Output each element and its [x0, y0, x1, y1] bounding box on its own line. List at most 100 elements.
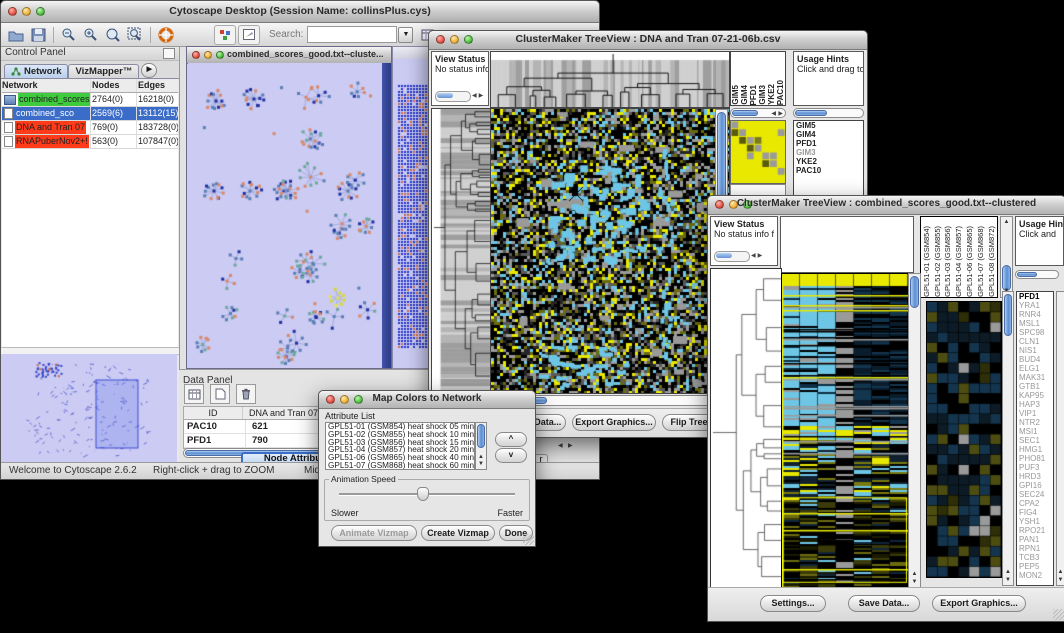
gene-label[interactable]: PHO81: [1017, 454, 1053, 463]
search-dropdown-button[interactable]: ▼: [398, 27, 413, 43]
gene-label[interactable]: YSH1: [1017, 517, 1053, 526]
tv1-heatmap[interactable]: [490, 108, 730, 394]
scroll-left-arrow[interactable]: ◀: [750, 252, 757, 261]
gene-label[interactable]: SEC24: [1017, 490, 1053, 499]
zoom-selected-icon[interactable]: [103, 26, 123, 44]
gene-label[interactable]: MSI1: [1017, 427, 1053, 436]
move-down-button[interactable]: v: [495, 448, 527, 463]
export-graphics-button[interactable]: Export Graphics...: [572, 414, 656, 431]
gene-label[interactable]: RPO21: [1017, 526, 1053, 535]
tv2-column-tree-area[interactable]: [780, 216, 914, 273]
gene-label[interactable]: PFD1: [1017, 292, 1053, 301]
resize-grip[interactable]: [523, 534, 534, 545]
tab-network[interactable]: Network: [4, 64, 68, 78]
gene-label[interactable]: YKE2: [794, 157, 863, 166]
scroll-left-arrow[interactable]: ◀: [770, 110, 777, 119]
gene-label[interactable]: NTR2: [1017, 418, 1053, 427]
tab-vizmapper[interactable]: VizMapper™: [68, 64, 139, 78]
tv1-matrix-hscrollbar[interactable]: ◀ ▶: [730, 108, 786, 118]
tv2-detail-heatmap[interactable]: [926, 301, 1002, 578]
scroll-down-arrow[interactable]: ▼: [476, 461, 486, 468]
birdseye-view[interactable]: [1, 354, 177, 462]
gene-label[interactable]: CPA2: [1017, 499, 1053, 508]
tv1-genelist-hscrollbar[interactable]: [793, 108, 864, 118]
attribute-item[interactable]: GPL51-07 (GSM868) heat shock 60 min: [326, 462, 474, 470]
delete-attribute-icon[interactable]: [236, 384, 256, 404]
tv1-detail-matrix[interactable]: [730, 120, 786, 184]
scroll-down-arrow[interactable]: ▼: [909, 579, 920, 586]
gene-label[interactable]: FIG4: [1017, 508, 1053, 517]
column-label[interactable]: GIM3: [759, 85, 767, 105]
scroll-right-arrow[interactable]: ▶: [567, 442, 574, 451]
tv2-heatmap-vscrollbar[interactable]: ▲ ▼: [908, 273, 921, 588]
help-lifesaver-icon[interactable]: [156, 26, 176, 44]
tv2-far-scrollbar[interactable]: ▲ ▼: [1056, 291, 1064, 586]
column-label[interactable]: GPL51-08 (GSM872): [988, 226, 996, 297]
vizmapper-icon[interactable]: [214, 25, 236, 45]
export-graphics-button[interactable]: Export Graphics...: [932, 595, 1026, 612]
gene-label[interactable]: RNR4: [1017, 310, 1053, 319]
gene-label[interactable]: NIS1: [1017, 346, 1053, 355]
network-row[interactable]: DNA and Tran 07769(0)183728(0): [2, 121, 178, 135]
frame-close-button[interactable]: [192, 51, 200, 59]
scroll-up-arrow[interactable]: ▲: [909, 571, 920, 578]
scroll-up-arrow[interactable]: ▲: [1057, 569, 1064, 576]
gene-label[interactable]: HRD3: [1017, 472, 1053, 481]
move-up-button[interactable]: ^: [495, 432, 527, 447]
column-label[interactable]: GIM4: [741, 85, 749, 105]
gene-label[interactable]: VIP1: [1017, 409, 1053, 418]
save-data-button[interactable]: Save Data...: [848, 595, 920, 612]
network-row[interactable]: combined_sco2569(6)13112(15): [2, 107, 178, 121]
column-label[interactable]: GPL51-07 (GSM868): [977, 226, 985, 297]
animate-vizmap-button[interactable]: Animate Vizmap: [331, 525, 417, 541]
zoom-out-icon[interactable]: [59, 26, 79, 44]
dialog-titlebar[interactable]: Map Colors to Network: [319, 391, 535, 409]
tv1-titlebar[interactable]: ClusterMaker TreeView : DNA and Tran 07-…: [429, 31, 867, 50]
tv2-genelist-scrollbar[interactable]: ▲ ▼: [1002, 291, 1014, 586]
scroll-right-arrow[interactable]: ▶: [757, 252, 764, 261]
column-label[interactable]: GPL51-02 (GSM855): [934, 226, 942, 297]
gene-label[interactable]: SEC1: [1017, 436, 1053, 445]
scroll-left-arrow[interactable]: ◀: [557, 442, 564, 451]
gene-label[interactable]: TCB3: [1017, 553, 1053, 562]
column-label[interactable]: GIM5: [732, 85, 740, 105]
column-label[interactable]: PAC10: [777, 80, 785, 105]
gene-label[interactable]: PFD1: [794, 139, 863, 148]
scroll-up-arrow[interactable]: ▲: [476, 454, 486, 461]
gene-label[interactable]: PUF3: [1017, 463, 1053, 472]
gene-label[interactable]: PEP5: [1017, 562, 1053, 571]
scroll-down-arrow[interactable]: ▼: [1057, 577, 1064, 584]
tv1-row-dendrogram[interactable]: [431, 108, 491, 394]
scroll-right-arrow[interactable]: ▶: [777, 110, 784, 119]
tv2-row-dendrogram[interactable]: [710, 268, 782, 588]
zoom-in-icon[interactable]: [81, 26, 101, 44]
column-label[interactable]: GPL51-03 (GSM856): [944, 226, 952, 297]
view-status-scrollbar[interactable]: [435, 91, 471, 102]
gene-label[interactable]: HAP3: [1017, 400, 1053, 409]
gene-label[interactable]: HMG1: [1017, 445, 1053, 454]
zoom-fit-icon[interactable]: [125, 26, 145, 44]
settings-button[interactable]: Settings...: [760, 595, 826, 612]
gene-label[interactable]: GIM5: [794, 121, 863, 130]
gene-label[interactable]: GIM3: [794, 148, 863, 157]
scroll-down-arrow[interactable]: ▼: [1003, 577, 1013, 584]
gene-label[interactable]: ELG1: [1017, 364, 1053, 373]
scroll-up-arrow[interactable]: ▲: [1003, 569, 1013, 576]
column-label[interactable]: YKE2: [768, 84, 776, 105]
column-label[interactable]: GPL51-01 (GSM854): [923, 226, 931, 297]
float-panel-icon[interactable]: [163, 48, 175, 59]
tv2-column-labels-scrollbar[interactable]: ▲ ▼: [1000, 216, 1013, 298]
network-canvas[interactable]: [188, 63, 382, 368]
gene-label[interactable]: GPI16: [1017, 481, 1053, 490]
scroll-left-arrow[interactable]: ◀: [471, 92, 478, 101]
column-label[interactable]: GPL51-06 (GSM865): [966, 226, 974, 297]
gene-label[interactable]: MSL1: [1017, 319, 1053, 328]
annotation-icon[interactable]: [238, 25, 260, 45]
gene-label[interactable]: RPN1: [1017, 544, 1053, 553]
gene-label[interactable]: GTB1: [1017, 382, 1053, 391]
gene-label[interactable]: YRA1: [1017, 301, 1053, 310]
scroll-right-arrow[interactable]: ▶: [478, 92, 485, 101]
resize-grip[interactable]: [1053, 609, 1064, 620]
gene-label[interactable]: PAC10: [794, 166, 863, 175]
gene-label[interactable]: GIM4: [794, 130, 863, 139]
